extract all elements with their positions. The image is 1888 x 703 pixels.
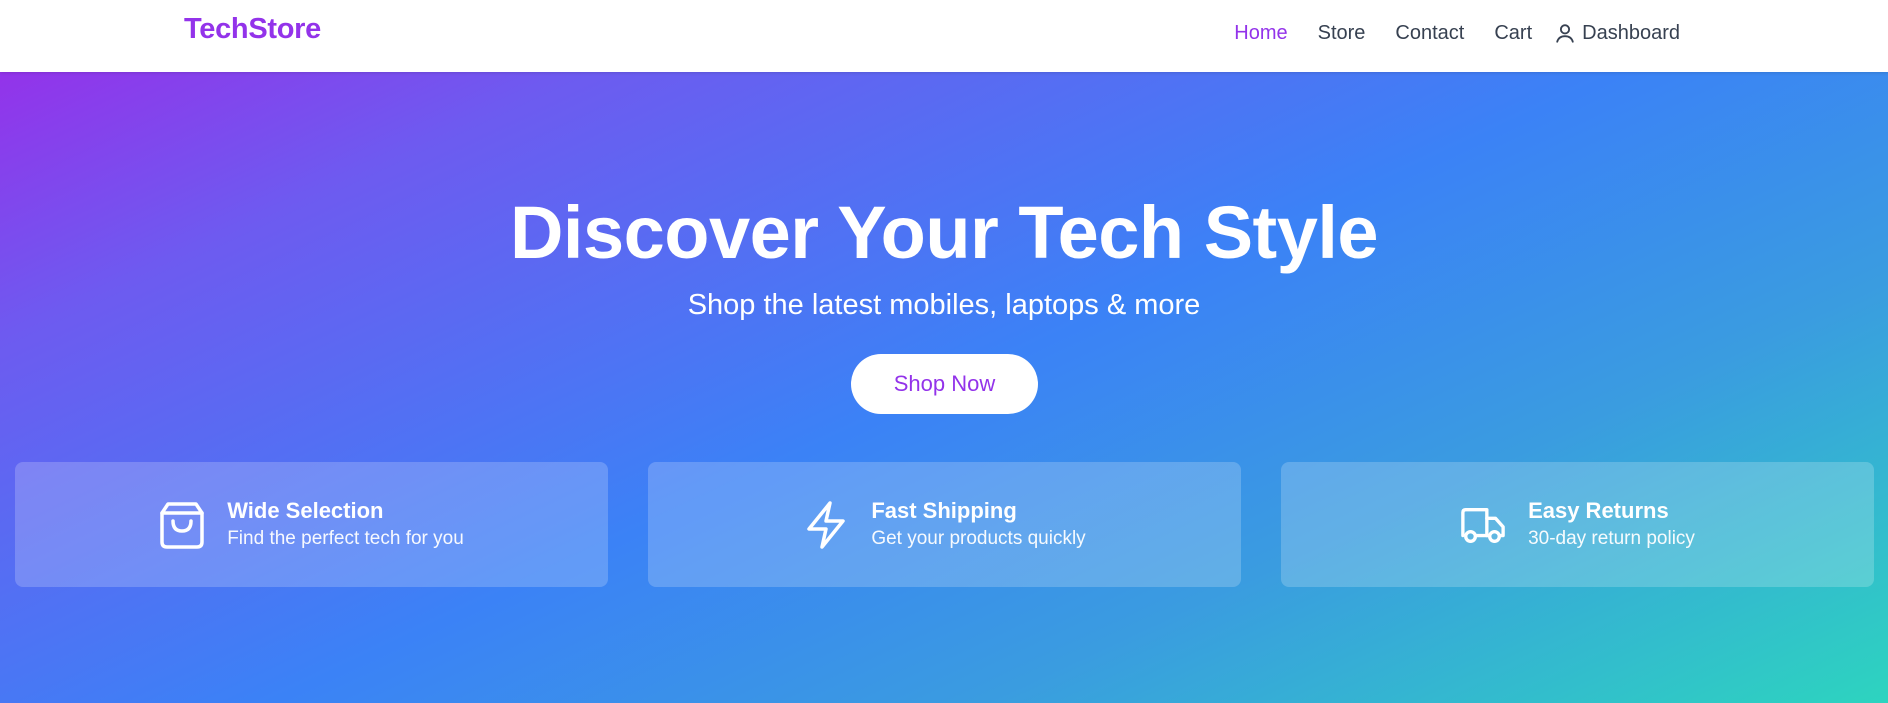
hero-title: Discover Your Tech Style (509, 191, 1379, 274)
feature-card-wide-selection: Wide Selection Find the perfect tech for… (15, 462, 608, 587)
nav-store-link[interactable]: Store (1318, 22, 1366, 45)
feature-title: Fast Shipping (871, 497, 1017, 523)
nav-cart-link[interactable]: Cart (1494, 22, 1532, 45)
shop-now-button[interactable]: Shop Now (851, 354, 1038, 414)
nav-dashboard-label: Dashboard (1582, 21, 1680, 44)
lightning-bolt-icon (803, 500, 849, 550)
hero-section: Discover Your Tech Style Shop the latest… (0, 72, 1888, 703)
truck-icon (1460, 500, 1506, 550)
feature-title: Wide Selection (227, 497, 384, 523)
top-navbar: TechStore Home Store Contact Cart Dashbo… (0, 0, 1888, 72)
feature-card-fast-shipping: Fast Shipping Get your products quickly (648, 462, 1241, 587)
hero-subtitle: Shop the latest mobiles, laptops & more (687, 289, 1201, 321)
feature-description: Find the perfect tech for you (227, 527, 464, 549)
nav-contact-link[interactable]: Contact (1395, 22, 1464, 45)
nav-dashboard-link[interactable]: Dashboard (1554, 22, 1680, 45)
feature-title: Easy Returns (1528, 497, 1669, 523)
nav-home-link[interactable]: Home (1234, 22, 1287, 45)
feature-description: Get your products quickly (871, 527, 1086, 549)
shopping-bag-icon (159, 500, 205, 550)
feature-card-easy-returns: Easy Returns 30-day return policy (1281, 462, 1874, 587)
brand-logo[interactable]: TechStore (184, 13, 321, 46)
feature-description: 30-day return policy (1528, 527, 1695, 549)
user-icon (1554, 22, 1576, 44)
nav-links: Home Store Contact Cart Dashboard (1204, 0, 1680, 66)
